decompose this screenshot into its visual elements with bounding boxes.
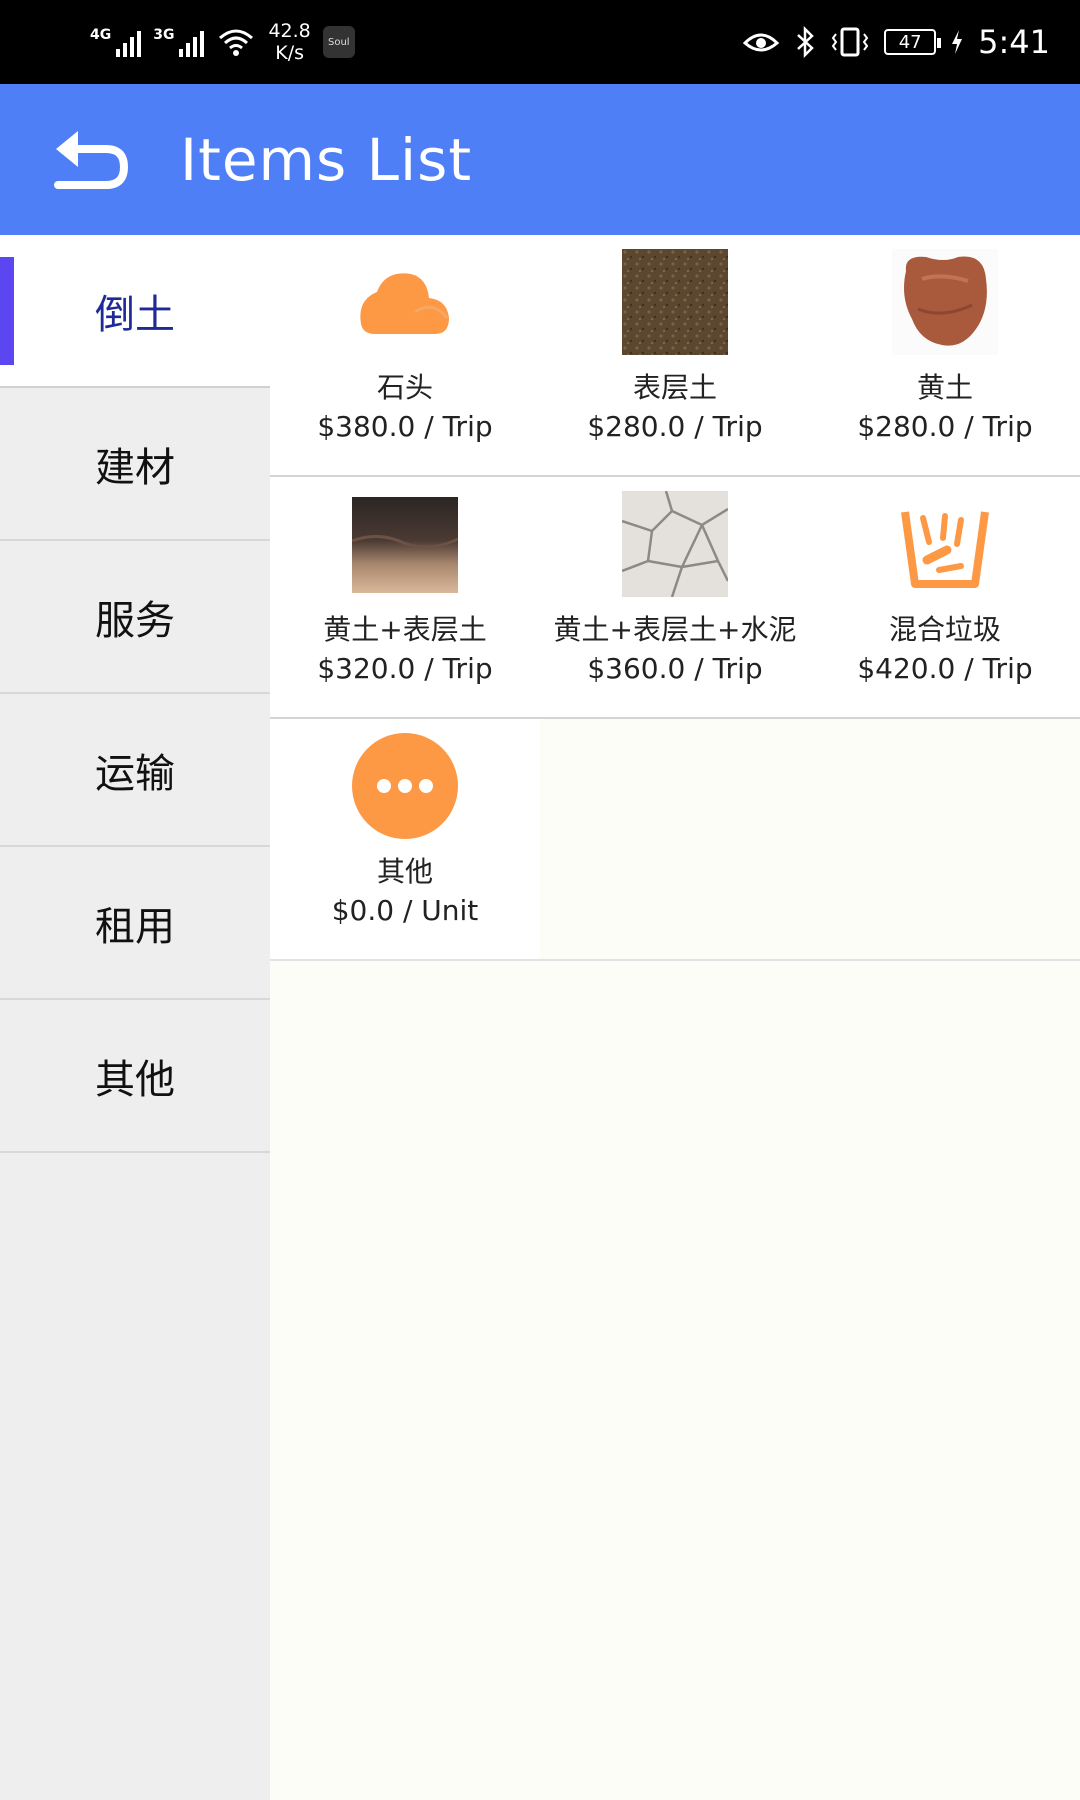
wifi-icon [219, 29, 254, 56]
item-price: $320.0 / Trip [317, 652, 493, 685]
grid-row: 其他 $0.0 / Unit [270, 719, 1080, 961]
item-name: 石头 [376, 371, 433, 404]
item-card[interactable]: 表层土 $280.0 / Trip [540, 235, 810, 475]
item-card[interactable]: 黄土 $280.0 / Trip [810, 235, 1080, 475]
topsoil-image [622, 249, 728, 355]
battery-icon: 47 [884, 29, 942, 55]
status-right-group: 47 5:41 [742, 0, 1050, 84]
app-bar: Items List [0, 84, 1080, 235]
more-dots-icon [352, 733, 458, 839]
vibrate-icon [831, 27, 869, 57]
eye-comfort-icon [742, 33, 780, 52]
yellow-soil-image [892, 249, 998, 355]
item-card[interactable]: 黄土+表层土 $320.0 / Trip [270, 477, 540, 717]
sidebar-item-label: 倒土 [95, 291, 175, 338]
sidebar-item-rental[interactable]: 租用 [0, 847, 270, 1000]
status-left-group: 4G 3G 42.8 K/s Soul [90, 0, 355, 84]
signal-3g-icon: 3G [153, 27, 205, 57]
item-price: $0.0 / Unit [331, 894, 479, 927]
item-name: 黄土+表层土+水泥 [553, 613, 797, 646]
sidebar-item-label: 运输 [95, 750, 175, 797]
item-name: 黄土+表层土 [323, 613, 487, 646]
bluetooth-icon [797, 26, 814, 58]
sidebar-item-label: 建材 [95, 444, 175, 491]
grid-row: 石头 $380.0 / Trip 表层土 $280.0 / Trip 黄土 $2… [270, 235, 1080, 477]
signal-3g-label: 3G [153, 27, 175, 43]
sidebar-item-services[interactable]: 服务 [0, 541, 270, 694]
soul-app-icon: Soul [322, 26, 355, 58]
sidebar-item-label: 租用 [95, 903, 175, 950]
item-name: 其他 [376, 855, 433, 888]
back-button[interactable] [48, 124, 130, 196]
grid-row: 黄土+表层土 $320.0 / Trip 黄土+表层土+水泥 $360.0 / … [270, 477, 1080, 719]
signal-4g-label: 4G [90, 27, 112, 43]
sidebar-item-other[interactable]: 其他 [0, 1000, 270, 1153]
item-card[interactable]: 混合垃圾 $420.0 / Trip [810, 477, 1080, 717]
soil-layers-image [352, 491, 458, 597]
items-grid: 石头 $380.0 / Trip 表层土 $280.0 / Trip 黄土 $2… [270, 235, 1080, 1800]
item-price: $280.0 / Trip [587, 410, 763, 443]
item-card[interactable]: 其他 $0.0 / Unit [270, 719, 540, 959]
item-price: $420.0 / Trip [857, 652, 1033, 685]
mixed-waste-icon [892, 491, 998, 597]
item-price: $380.0 / Trip [317, 410, 493, 443]
charging-icon [952, 30, 963, 54]
signal-4g-icon: 4G [90, 27, 142, 57]
item-name: 表层土 [632, 371, 717, 404]
clock: 5:41 [978, 23, 1050, 61]
battery-level: 47 [898, 31, 922, 53]
sidebar-item-label: 其他 [95, 1056, 175, 1103]
network-speed-value: 42.8 [268, 20, 311, 42]
sidebar-item-label: 服务 [95, 597, 175, 644]
page-title: Items List [180, 126, 473, 194]
item-name: 混合垃圾 [888, 613, 1001, 646]
item-price: $360.0 / Trip [587, 652, 763, 685]
item-card[interactable]: 石头 $380.0 / Trip [270, 235, 540, 475]
back-arrow-icon [54, 131, 128, 189]
sidebar-item-dump-soil[interactable]: 倒土 [0, 235, 270, 388]
item-card[interactable]: 黄土+表层土+水泥 $360.0 / Trip [540, 477, 810, 717]
item-price: $280.0 / Trip [857, 410, 1033, 443]
active-indicator [0, 257, 14, 365]
rock-icon [352, 249, 458, 355]
sidebar-item-building-materials[interactable]: 建材 [0, 388, 270, 541]
item-name: 黄土 [916, 371, 973, 404]
status-bar: 4G 3G 42.8 K/s Soul 47 5:41 [0, 0, 1080, 84]
network-speed-unit: K/s [275, 42, 304, 64]
cracked-concrete-image [622, 491, 728, 597]
network-speed: 42.8 K/s [268, 20, 310, 64]
soul-app-label: Soul [327, 36, 350, 48]
category-sidebar: 倒土 建材 服务 运输 租用 其他 [0, 235, 270, 1800]
sidebar-item-transport[interactable]: 运输 [0, 694, 270, 847]
